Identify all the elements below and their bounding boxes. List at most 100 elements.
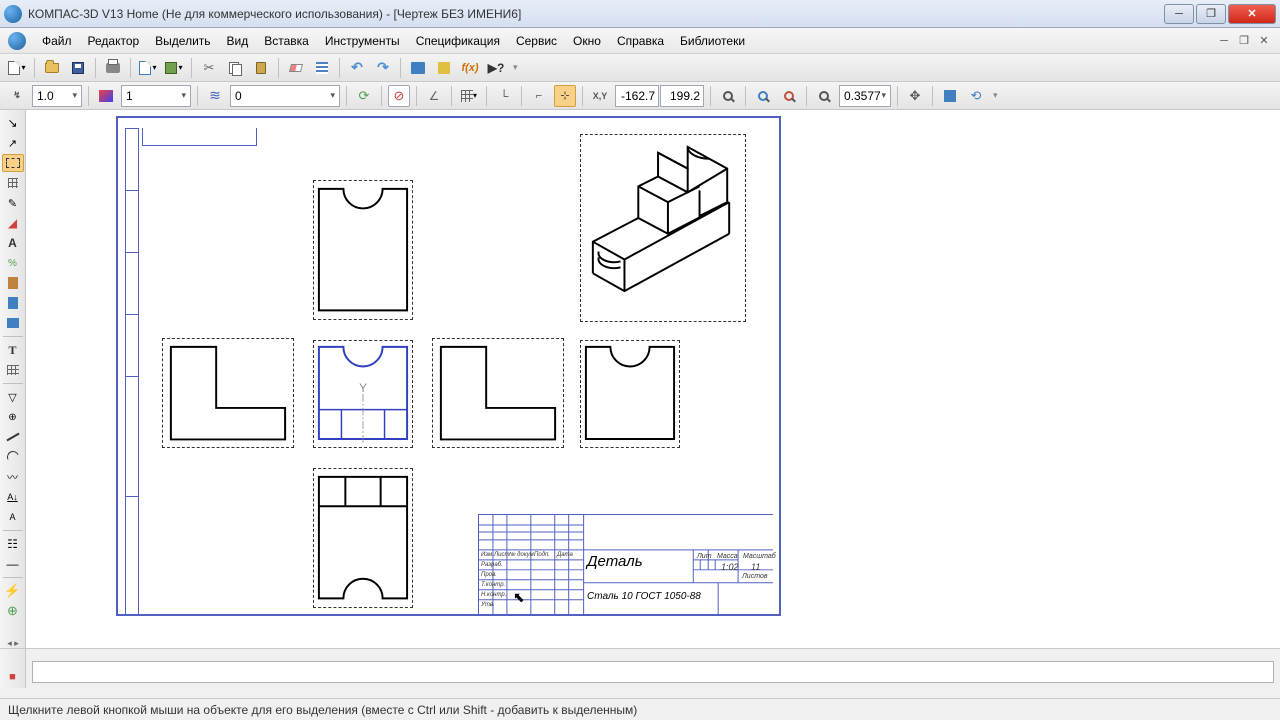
rough-panel-icon[interactable]: %: [2, 254, 24, 272]
scale-dropdown[interactable]: 1.0▾: [32, 85, 82, 107]
pan-button[interactable]: ✥: [904, 85, 926, 107]
leader-tool-icon[interactable]: [2, 428, 24, 446]
zoom-dropdown[interactable]: 0.3577▾: [839, 85, 891, 107]
library-button[interactable]: [407, 57, 429, 79]
main-area: ↘ ↗ ✎ ◢ A % T ▽ ⊕ 〰 A↓ A ☷ — ⚡ ⊕: [0, 110, 1280, 648]
zoom-window-button[interactable]: [717, 85, 739, 107]
round-button[interactable]: ⌐: [528, 85, 550, 107]
spec-panel-icon[interactable]: [2, 274, 24, 292]
redraw-button[interactable]: ⟲: [965, 85, 987, 107]
layer-dropdown[interactable]: 1▾: [121, 85, 191, 107]
view-toolbar: ↯ 1.0▾ 1▾ ≋ 0▾ ⟳ ⊘ ∠ ▾ └ ⌐ ⊹ X,Y 0.3577▾…: [0, 82, 1280, 110]
stop-button[interactable]: ■: [2, 668, 24, 686]
ortho-button[interactable]: └: [493, 85, 515, 107]
edit-panel-icon[interactable]: ↗: [2, 134, 24, 152]
view-isometric[interactable]: [580, 134, 746, 322]
part-name: Деталь: [587, 553, 643, 570]
view-front-2[interactable]: Y: [313, 340, 413, 448]
menu-libs[interactable]: Библиотеки: [672, 30, 753, 52]
dimension-panel-icon[interactable]: [2, 174, 24, 192]
table-tool-icon[interactable]: [2, 361, 24, 379]
lightning-icon[interactable]: ⚡: [2, 582, 24, 600]
print-button[interactable]: [102, 57, 124, 79]
menu-view[interactable]: Вид: [219, 30, 257, 52]
menu-file[interactable]: Файл: [34, 30, 80, 52]
linestyle-button[interactable]: ≋: [204, 85, 226, 107]
cursor-icon: ⬉: [513, 589, 525, 606]
redo-button[interactable]: ↷: [372, 57, 394, 79]
open-button[interactable]: [41, 57, 63, 79]
wave-tool-icon[interactable]: 〰: [2, 468, 24, 486]
mdi-minimize[interactable]: ─: [1216, 34, 1232, 48]
cut-button[interactable]: ✂: [198, 57, 220, 79]
zoom-out-button[interactable]: [778, 85, 800, 107]
local-cs-button[interactable]: ⊹: [554, 85, 576, 107]
select-panel-icon[interactable]: [2, 154, 24, 172]
view-front-3[interactable]: [432, 338, 564, 448]
menu-tools[interactable]: Инструменты: [317, 30, 408, 52]
style-dropdown[interactable]: 0▾: [230, 85, 340, 107]
doc-manager-button[interactable]: ▾: [163, 57, 185, 79]
ucs-button[interactable]: ↯: [6, 85, 28, 107]
zoom-in-button[interactable]: [752, 85, 774, 107]
text-panel-icon[interactable]: A: [2, 234, 24, 252]
view-bottom[interactable]: [313, 468, 413, 608]
menu-select[interactable]: Выделить: [147, 30, 218, 52]
insert-panel-icon[interactable]: [2, 314, 24, 332]
arc-dim-icon[interactable]: [2, 448, 24, 466]
mark-tool-icon[interactable]: A↓: [2, 488, 24, 506]
eraser-button[interactable]: [285, 57, 307, 79]
close-button[interactable]: ✕: [1228, 4, 1276, 24]
angle-snap-button[interactable]: ∠: [423, 85, 445, 107]
menu-insert[interactable]: Вставка: [256, 30, 317, 52]
menu-spec[interactable]: Спецификация: [408, 30, 508, 52]
zoom-fit-button[interactable]: [813, 85, 835, 107]
cut-line-icon[interactable]: A: [2, 508, 24, 526]
menu-editor[interactable]: Редактор: [80, 30, 148, 52]
fx-button[interactable]: f(x): [459, 57, 481, 79]
compact-panel: ↘ ↗ ✎ ◢ A % T ▽ ⊕ 〰 A↓ A ☷ — ⚡ ⊕: [0, 110, 26, 648]
coord-x-input[interactable]: [615, 85, 659, 107]
menu-service[interactable]: Сервис: [508, 30, 565, 52]
view-top[interactable]: [313, 180, 413, 320]
snap-button[interactable]: ⊘: [388, 85, 410, 107]
paste-button[interactable]: [250, 57, 272, 79]
copy-button[interactable]: [224, 57, 246, 79]
variables-button[interactable]: [433, 57, 455, 79]
menu-help[interactable]: Справка: [609, 30, 672, 52]
context-help-button[interactable]: ▶?: [485, 57, 507, 79]
geometry-panel-icon[interactable]: ↘: [2, 114, 24, 132]
designation-panel-icon[interactable]: ✎: [2, 194, 24, 212]
mdi-restore[interactable]: ❐: [1236, 34, 1252, 48]
titleblock[interactable]: Деталь Сталь 10 ГОСТ 1050-88 Лит Масса М…: [478, 514, 773, 614]
rebuild-button[interactable]: [939, 85, 961, 107]
maximize-button[interactable]: ❐: [1196, 4, 1226, 24]
mdi-close[interactable]: ✕: [1256, 34, 1272, 48]
menubar: Файл Редактор Выделить Вид Вставка Инстр…: [0, 28, 1280, 54]
scroll-corner[interactable]: ◂ ▸: [0, 638, 26, 648]
view-front-4[interactable]: [580, 340, 680, 448]
preview-button[interactable]: ▾: [137, 57, 159, 79]
view-front-1[interactable]: [162, 338, 294, 448]
grid-button[interactable]: ▾: [458, 85, 480, 107]
minimize-button[interactable]: ─: [1164, 4, 1194, 24]
new-button[interactable]: ▾: [6, 57, 28, 79]
save-button[interactable]: [67, 57, 89, 79]
refresh-button[interactable]: ⟳: [353, 85, 375, 107]
properties-button[interactable]: [311, 57, 333, 79]
menu-window[interactable]: Окно: [565, 30, 609, 52]
text-tool-icon[interactable]: T: [2, 341, 24, 359]
report-panel-icon[interactable]: [2, 294, 24, 312]
param-panel-icon[interactable]: ◢: [2, 214, 24, 232]
command-input[interactable]: [32, 661, 1274, 683]
drawing-canvas[interactable]: Y: [26, 110, 1280, 648]
base-tool-icon[interactable]: ▽: [2, 388, 24, 406]
layer-button[interactable]: [95, 85, 117, 107]
center-tool-icon[interactable]: ☷: [2, 535, 24, 553]
doc-icon[interactable]: [8, 32, 26, 50]
undo-button[interactable]: ↶: [346, 57, 368, 79]
axis-tool-icon[interactable]: —: [2, 555, 24, 573]
coord-y-input[interactable]: [660, 85, 704, 107]
tolerance-tool-icon[interactable]: ⊕: [2, 408, 24, 426]
target-icon[interactable]: ⊕: [2, 602, 24, 620]
